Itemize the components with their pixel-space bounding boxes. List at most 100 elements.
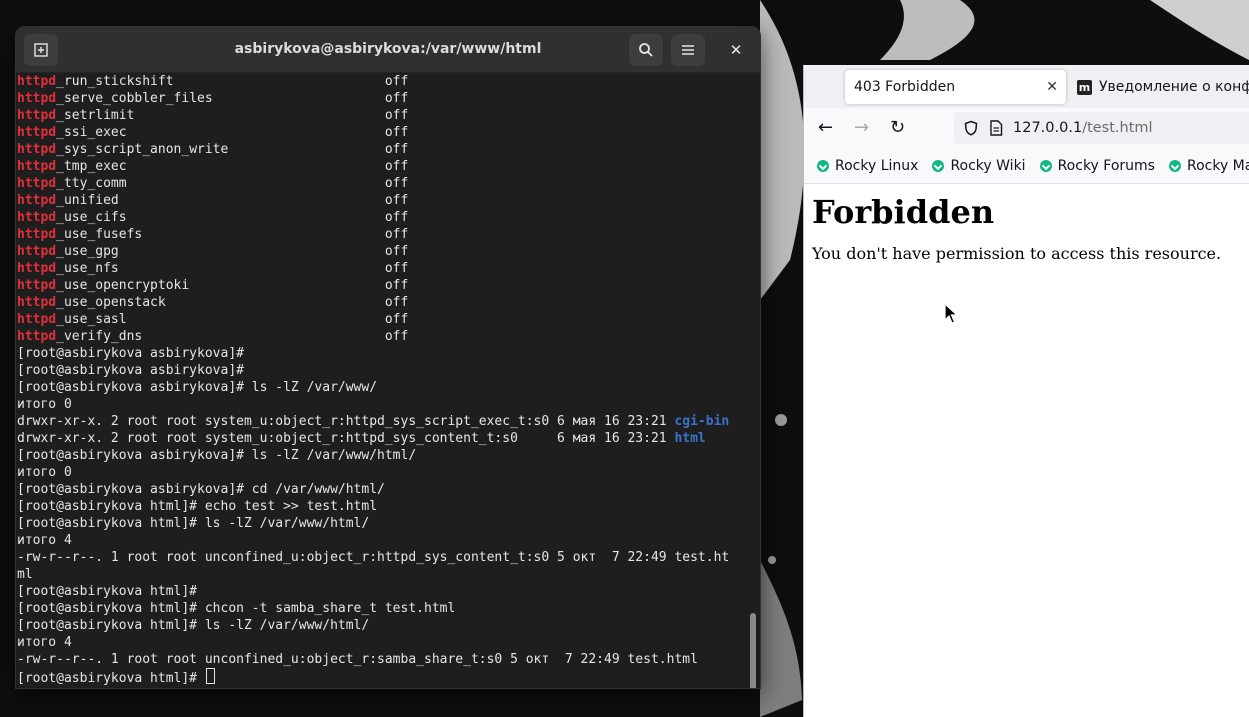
line-text: _use_nfs off [56, 261, 409, 276]
line-text: [root@asbirykova asbirykova]# ls -lZ /va… [17, 380, 378, 395]
terminal-line: [root@asbirykova html]# [17, 668, 746, 686]
terminal-line: итого 0 [17, 396, 746, 413]
terminal-line: [root@asbirykova asbirykova]# cd /var/ww… [17, 481, 746, 498]
terminal-line: -rw-r--r--. 1 root root unconfined_u:obj… [17, 651, 746, 668]
line-text: _ssi_exec off [56, 125, 409, 140]
line-text: _tmp_exec off [56, 159, 409, 174]
hamburger-menu-icon [682, 45, 694, 55]
terminal-line: httpd_use_gpg off [17, 243, 746, 260]
line-text: итого 0 [17, 397, 72, 412]
highlight-match: httpd [17, 227, 57, 242]
search-icon [639, 43, 653, 57]
tab-close-icon[interactable]: ✕ [1046, 79, 1058, 95]
tab-notice[interactable]: m Уведомление о конфи [1077, 70, 1249, 104]
page-content: Forbidden You don't have permission to a… [804, 184, 1249, 263]
browser-nav-bar: ← → ↻ 127.0.0.1/test.html [804, 108, 1249, 149]
terminal-line: drwxr-xr-x. 2 root root system_u:object_… [17, 430, 746, 447]
bookmarks-toolbar: Rocky Linux Rocky Wiki Rocky Forums Rock… [804, 149, 1249, 184]
terminal-line: [root@asbirykova asbirykova]# ls -lZ /va… [17, 447, 746, 464]
bookmark-rocky-forums[interactable]: Rocky Forums [1039, 158, 1155, 174]
terminal-line: httpd_use_cifs off [17, 209, 746, 226]
line-text: _use_gpg off [56, 244, 409, 259]
terminal-line: httpd_setrlimit off [17, 107, 746, 124]
bookmark-rocky-mattermost[interactable]: Rocky Matte [1168, 158, 1249, 174]
line-text: _sys_script_anon_write off [56, 142, 409, 157]
line-text: _use_opencryptoki off [56, 278, 409, 293]
line-text: _setrlimit off [56, 108, 409, 123]
highlight-match: httpd [17, 125, 57, 140]
terminal-line: итого 0 [17, 464, 746, 481]
rocky-logo-icon [817, 160, 829, 172]
directory-name: html [674, 431, 706, 446]
line-text: итого 4 [17, 533, 72, 548]
text-cursor [205, 668, 215, 684]
terminal-line: [root@asbirykova html]# chcon -t samba_s… [17, 600, 746, 617]
tab-403-forbidden[interactable]: 403 Forbidden ✕ [845, 70, 1066, 104]
terminal-line: httpd_verify_dns off [17, 328, 746, 345]
terminal-header: asbirykova@asbirykova:/var/www/html ✕ [16, 27, 760, 73]
terminal-line: httpd_use_sasl off [17, 311, 746, 328]
highlight-match: httpd [17, 74, 57, 89]
bookmark-label: Rocky Wiki [950, 158, 1026, 174]
line-text: _use_cifs off [56, 210, 409, 225]
terminal-line: httpd_use_openstack off [17, 294, 746, 311]
line-text: [root@asbirykova html]# ls -lZ /var/www/… [17, 618, 370, 633]
line-text: [root@asbirykova asbirykova]# [17, 363, 244, 378]
terminal-output[interactable]: httpd_run_stickshift off httpd_serve_cobb… [17, 73, 746, 688]
bookmark-label: Rocky Matte [1186, 158, 1249, 174]
terminal-line: итого 4 [17, 532, 746, 549]
line-text: _run_stickshift off [56, 74, 409, 89]
close-icon: ✕ [729, 41, 743, 59]
search-button[interactable] [629, 34, 663, 66]
highlight-match: httpd [17, 159, 57, 174]
forward-arrow-icon[interactable]: → [854, 117, 869, 138]
terminal-line: [root@asbirykova html]# [17, 583, 746, 600]
reload-icon[interactable]: ↻ [890, 117, 905, 138]
line-text: -rw-r--r--. 1 root root unconfined_u:obj… [17, 652, 698, 667]
terminal-line: httpd_use_opencryptoki off [17, 277, 746, 294]
page-icon[interactable] [989, 120, 1003, 136]
line-text: [root@asbirykova html]# [17, 671, 205, 686]
highlight-match: httpd [17, 210, 57, 225]
line-text: _verify_dns off [56, 329, 409, 344]
line-text: _use_fusefs off [56, 227, 409, 242]
line-text: ml [17, 567, 33, 582]
terminal-line: httpd_use_nfs off [17, 260, 746, 277]
terminal-window[interactable]: asbirykova@asbirykova:/var/www/html ✕ ht… [15, 26, 761, 689]
terminal-line: httpd_run_stickshift off [17, 73, 746, 90]
site-favicon-icon: m [1077, 79, 1092, 95]
bookmark-label: Rocky Forums [1057, 158, 1155, 174]
url-host: 127.0.0.1 [1013, 120, 1083, 136]
close-button[interactable]: ✕ [719, 34, 753, 66]
scrollbar-thumb[interactable] [750, 613, 756, 688]
terminal-scrollbar[interactable] [749, 73, 757, 688]
bookmark-rocky-wiki[interactable]: Rocky Wiki [932, 158, 1026, 174]
line-text: _serve_cobbler_files off [56, 91, 409, 106]
terminal-line: [root@asbirykova html]# echo test >> tes… [17, 498, 746, 515]
terminal-line: httpd_ssi_exec off [17, 124, 746, 141]
line-text: -rw-r--r--. 1 root root unconfined_u:obj… [17, 550, 730, 565]
terminal-line: [root@asbirykova asbirykova]# [17, 345, 746, 362]
line-text: [root@asbirykova html]# chcon -t samba_s… [17, 601, 456, 616]
highlight-match: httpd [17, 108, 57, 123]
highlight-match: httpd [17, 176, 57, 191]
line-text: [root@asbirykova html]# [17, 584, 198, 599]
browser-window[interactable]: 403 Forbidden ✕ m Уведомление о конфи ← … [803, 65, 1249, 717]
terminal-line: [root@asbirykova asbirykova]# [17, 362, 746, 379]
terminal-line: [root@asbirykova html]# ls -lZ /var/www/… [17, 515, 746, 532]
menu-button[interactable] [671, 34, 705, 66]
error-message: You don't have permission to access this… [812, 244, 1222, 263]
shield-icon[interactable] [963, 120, 979, 136]
url-path: /test.html [1082, 120, 1153, 136]
highlight-match: httpd [17, 261, 57, 276]
browser-tab-bar: 403 Forbidden ✕ m Уведомление о конфи [804, 65, 1249, 108]
line-text: [root@asbirykova asbirykova]# cd /var/ww… [17, 482, 385, 497]
line-text: drwxr-xr-x. 2 root root system_u:object_… [17, 431, 675, 446]
back-arrow-icon[interactable]: ← [818, 117, 833, 138]
line-text: [root@asbirykova html]# ls -lZ /var/www/… [17, 516, 370, 531]
bookmark-rocky-linux[interactable]: Rocky Linux [817, 158, 918, 174]
address-bar[interactable]: 127.0.0.1/test.html [954, 112, 1249, 144]
terminal-line: httpd_sys_script_anon_write off [17, 141, 746, 158]
terminal-line: [root@asbirykova asbirykova]# ls -lZ /va… [17, 379, 746, 396]
line-text: _use_sasl off [56, 312, 409, 327]
